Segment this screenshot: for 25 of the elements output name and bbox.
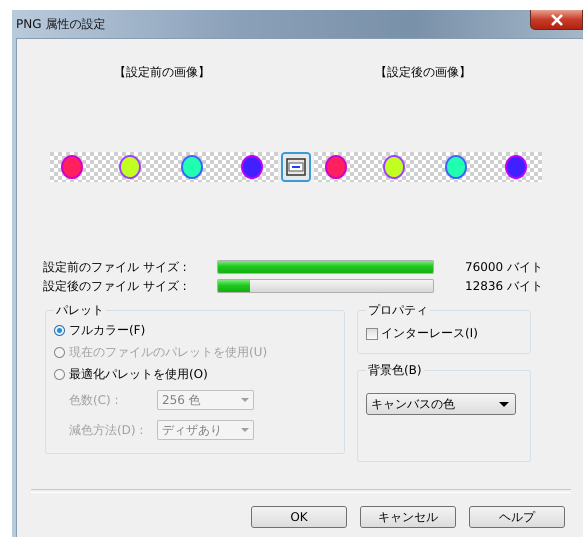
palette-option[interactable]: フルカラー(F) xyxy=(54,319,336,341)
close-button[interactable] xyxy=(530,10,583,30)
before-image-heading: 【設定前の画像】 xyxy=(113,64,211,80)
text-window-icon xyxy=(286,158,306,176)
file-size-label: 設定後のファイル サイズ : xyxy=(43,278,188,294)
close-icon xyxy=(550,14,564,26)
field-label: 色数(C) : xyxy=(69,392,120,408)
palette-option[interactable]: 最適化パレットを使用(O) xyxy=(54,363,336,385)
dialog-button[interactable]: キャンセル xyxy=(360,506,456,528)
dialog-button[interactable]: ヘルプ xyxy=(469,506,565,528)
window-title: PNG 属性の設定 xyxy=(15,16,106,32)
radio-button[interactable] xyxy=(54,368,65,380)
file-size-value: 76000 バイト xyxy=(464,258,543,276)
preview-toggle-button[interactable] xyxy=(281,152,311,182)
palette-title: パレット xyxy=(55,302,105,319)
interlace-checkbox[interactable]: インターレース(I) xyxy=(366,325,522,342)
file-size-value: 12836 バイト xyxy=(464,278,543,294)
field-label: 減色方法(D) : xyxy=(69,422,144,438)
after-image-heading: 【設定後の画像】 xyxy=(374,64,472,80)
radio-button[interactable] xyxy=(54,324,65,336)
background-dropdown[interactable]: キャンバスの色 xyxy=(366,393,516,415)
dialog-button[interactable]: OK xyxy=(251,506,347,528)
properties-title: プロパティ xyxy=(367,302,429,319)
background-title: 背景色(B) xyxy=(367,362,423,379)
file-size-label: 設定前のファイル サイズ : xyxy=(43,258,188,276)
